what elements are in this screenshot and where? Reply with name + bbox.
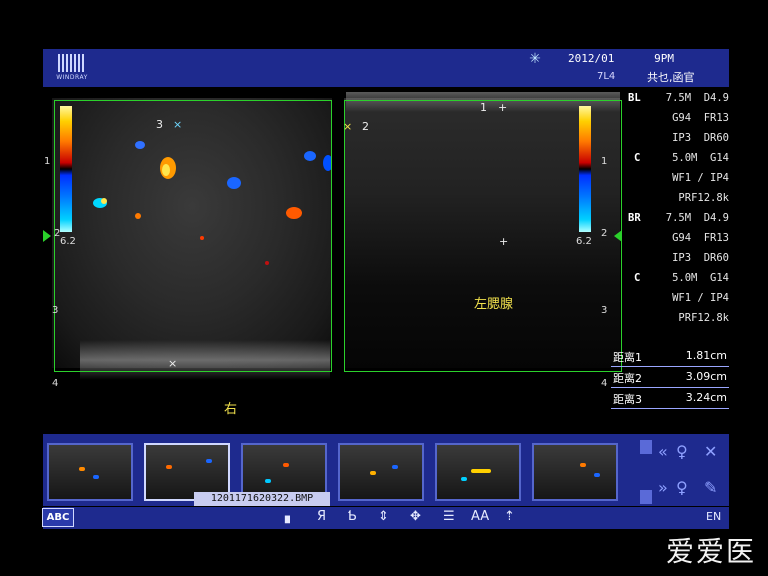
- param-bl-line3: IP3 DR60: [672, 132, 729, 144]
- measurement-results: 距离1 1.81cm 距离2 3.09cm 距离3 3.24cm: [611, 346, 729, 409]
- measurement-value: 3.24cm: [685, 391, 727, 404]
- left-depth-2: 2: [54, 228, 61, 239]
- right-depth-2: 2: [601, 228, 608, 239]
- right-scale-value: 6.2: [576, 236, 592, 247]
- grid-arrows-icon[interactable]: ✥: [410, 509, 421, 525]
- caliper-1-label: 1: [480, 101, 487, 114]
- thumbnail-5[interactable]: [435, 443, 521, 501]
- datetime: 2012/01 9PM: [568, 52, 674, 65]
- probe-label: 7L4: [597, 71, 616, 82]
- exam-preset: 共乜,函官: [647, 71, 695, 84]
- left-color-scale-bar: [60, 106, 72, 232]
- param-c2-label: C: [634, 272, 641, 284]
- close-button[interactable]: ✕: [704, 442, 717, 461]
- thumbnail-filename-tooltip: 1201171620322.BMP: [194, 492, 330, 506]
- strip-scroll-up-button[interactable]: [640, 440, 652, 454]
- left-focus-arrow-icon: [43, 230, 51, 242]
- person-export-icon[interactable]: ♀: [676, 478, 688, 497]
- language-indicator[interactable]: EN: [706, 510, 721, 523]
- param-c1-line2: WF1 / IP4: [672, 172, 729, 184]
- left-depth-1: 1: [44, 156, 51, 167]
- measurement-row[interactable]: 距离2 3.09cm: [611, 367, 729, 388]
- caliper-3-end-marker[interactable]: ×: [168, 357, 177, 370]
- left-side-label: 右: [224, 402, 238, 417]
- windray-logo: WINDRAY: [52, 52, 92, 84]
- param-c2-line1: 5.0M G14: [672, 272, 729, 284]
- measurement-row[interactable]: 距离3 3.24cm: [611, 388, 729, 409]
- param-c2-line3: PRF12.8k: [678, 312, 729, 324]
- caliper-3-marker[interactable]: ×: [173, 118, 182, 131]
- person-icon[interactable]: ♀: [676, 442, 688, 461]
- right-depth-4: 4: [601, 378, 608, 389]
- parameter-panel: BL 7.5M D4.9 G94 FR13 IP3 DR60 C 5.0M G1…: [626, 88, 729, 328]
- updown-arrows-icon[interactable]: ⇕: [378, 509, 389, 525]
- font-size-icon[interactable]: AA: [471, 509, 489, 525]
- left-depth-3: 3: [52, 305, 59, 316]
- notes-icon[interactable]: ☰: [443, 509, 455, 525]
- caliper-1-marker[interactable]: +: [498, 101, 507, 114]
- right-depth-3: 3: [601, 305, 608, 316]
- cursor-icon[interactable]: ▖: [285, 509, 295, 525]
- measurement-label: 距离3: [613, 393, 642, 406]
- measurement-row[interactable]: 距离1 1.81cm: [611, 346, 729, 367]
- strip-scroll-down-button[interactable]: [640, 490, 652, 504]
- right-depth-1: 1: [601, 156, 608, 167]
- param-br-line3: IP3 DR60: [672, 252, 729, 264]
- thumbnail-6[interactable]: [532, 443, 618, 501]
- caliper-2-label: 2: [362, 120, 369, 133]
- right-side-label: 左腮腺: [474, 297, 514, 312]
- caliper-center-marker[interactable]: +: [499, 235, 508, 248]
- param-br-line2: G94 FR13: [672, 232, 729, 244]
- left-color-roi[interactable]: [54, 100, 332, 372]
- param-c1-line3: PRF12.8k: [678, 192, 729, 204]
- measurement-value: 1.81cm: [685, 349, 727, 362]
- measurement-label: 距离2: [613, 372, 642, 385]
- up-arrow-icon[interactable]: ⇡: [504, 509, 515, 525]
- abc-text-button[interactable]: ABC: [42, 508, 74, 527]
- right-focus-arrow-icon: [614, 230, 622, 242]
- param-br-label: BR: [628, 212, 641, 224]
- thumbnail-4[interactable]: [338, 443, 424, 501]
- left-scale-value: 6.2: [60, 236, 76, 247]
- param-c1-label: C: [634, 152, 641, 164]
- thumbnail-1[interactable]: [47, 443, 133, 501]
- param-bl-label: BL: [628, 92, 641, 104]
- watermark: 爱爱医: [666, 535, 757, 568]
- prev-page-button[interactable]: «: [658, 442, 668, 461]
- param-br-line1: 7.5M D4.9: [665, 212, 729, 224]
- param-c1-line1: 5.0M G14: [672, 152, 729, 164]
- right-color-scale-bar: [579, 106, 591, 232]
- caliper-2-marker[interactable]: ×: [343, 120, 352, 133]
- reverse-r-icon[interactable]: Я: [317, 509, 326, 525]
- param-c2-line2: WF1 / IP4: [672, 292, 729, 304]
- measurement-value: 3.09cm: [685, 370, 727, 383]
- reverse-b-icon[interactable]: Ƅ: [348, 509, 357, 525]
- measurement-label: 距离1: [613, 351, 642, 364]
- edit-icon[interactable]: ✎: [704, 478, 717, 497]
- left-depth-4: 4: [52, 378, 59, 389]
- param-bl-line2: G94 FR13: [672, 112, 729, 124]
- caliper-3-label: 3: [156, 118, 163, 131]
- logo-text: WINDRAY: [56, 74, 88, 81]
- param-bl-line1: 7.5M D4.9: [665, 92, 729, 104]
- freeze-snowflake-icon: ✳: [529, 51, 541, 67]
- next-page-button[interactable]: »: [658, 478, 668, 497]
